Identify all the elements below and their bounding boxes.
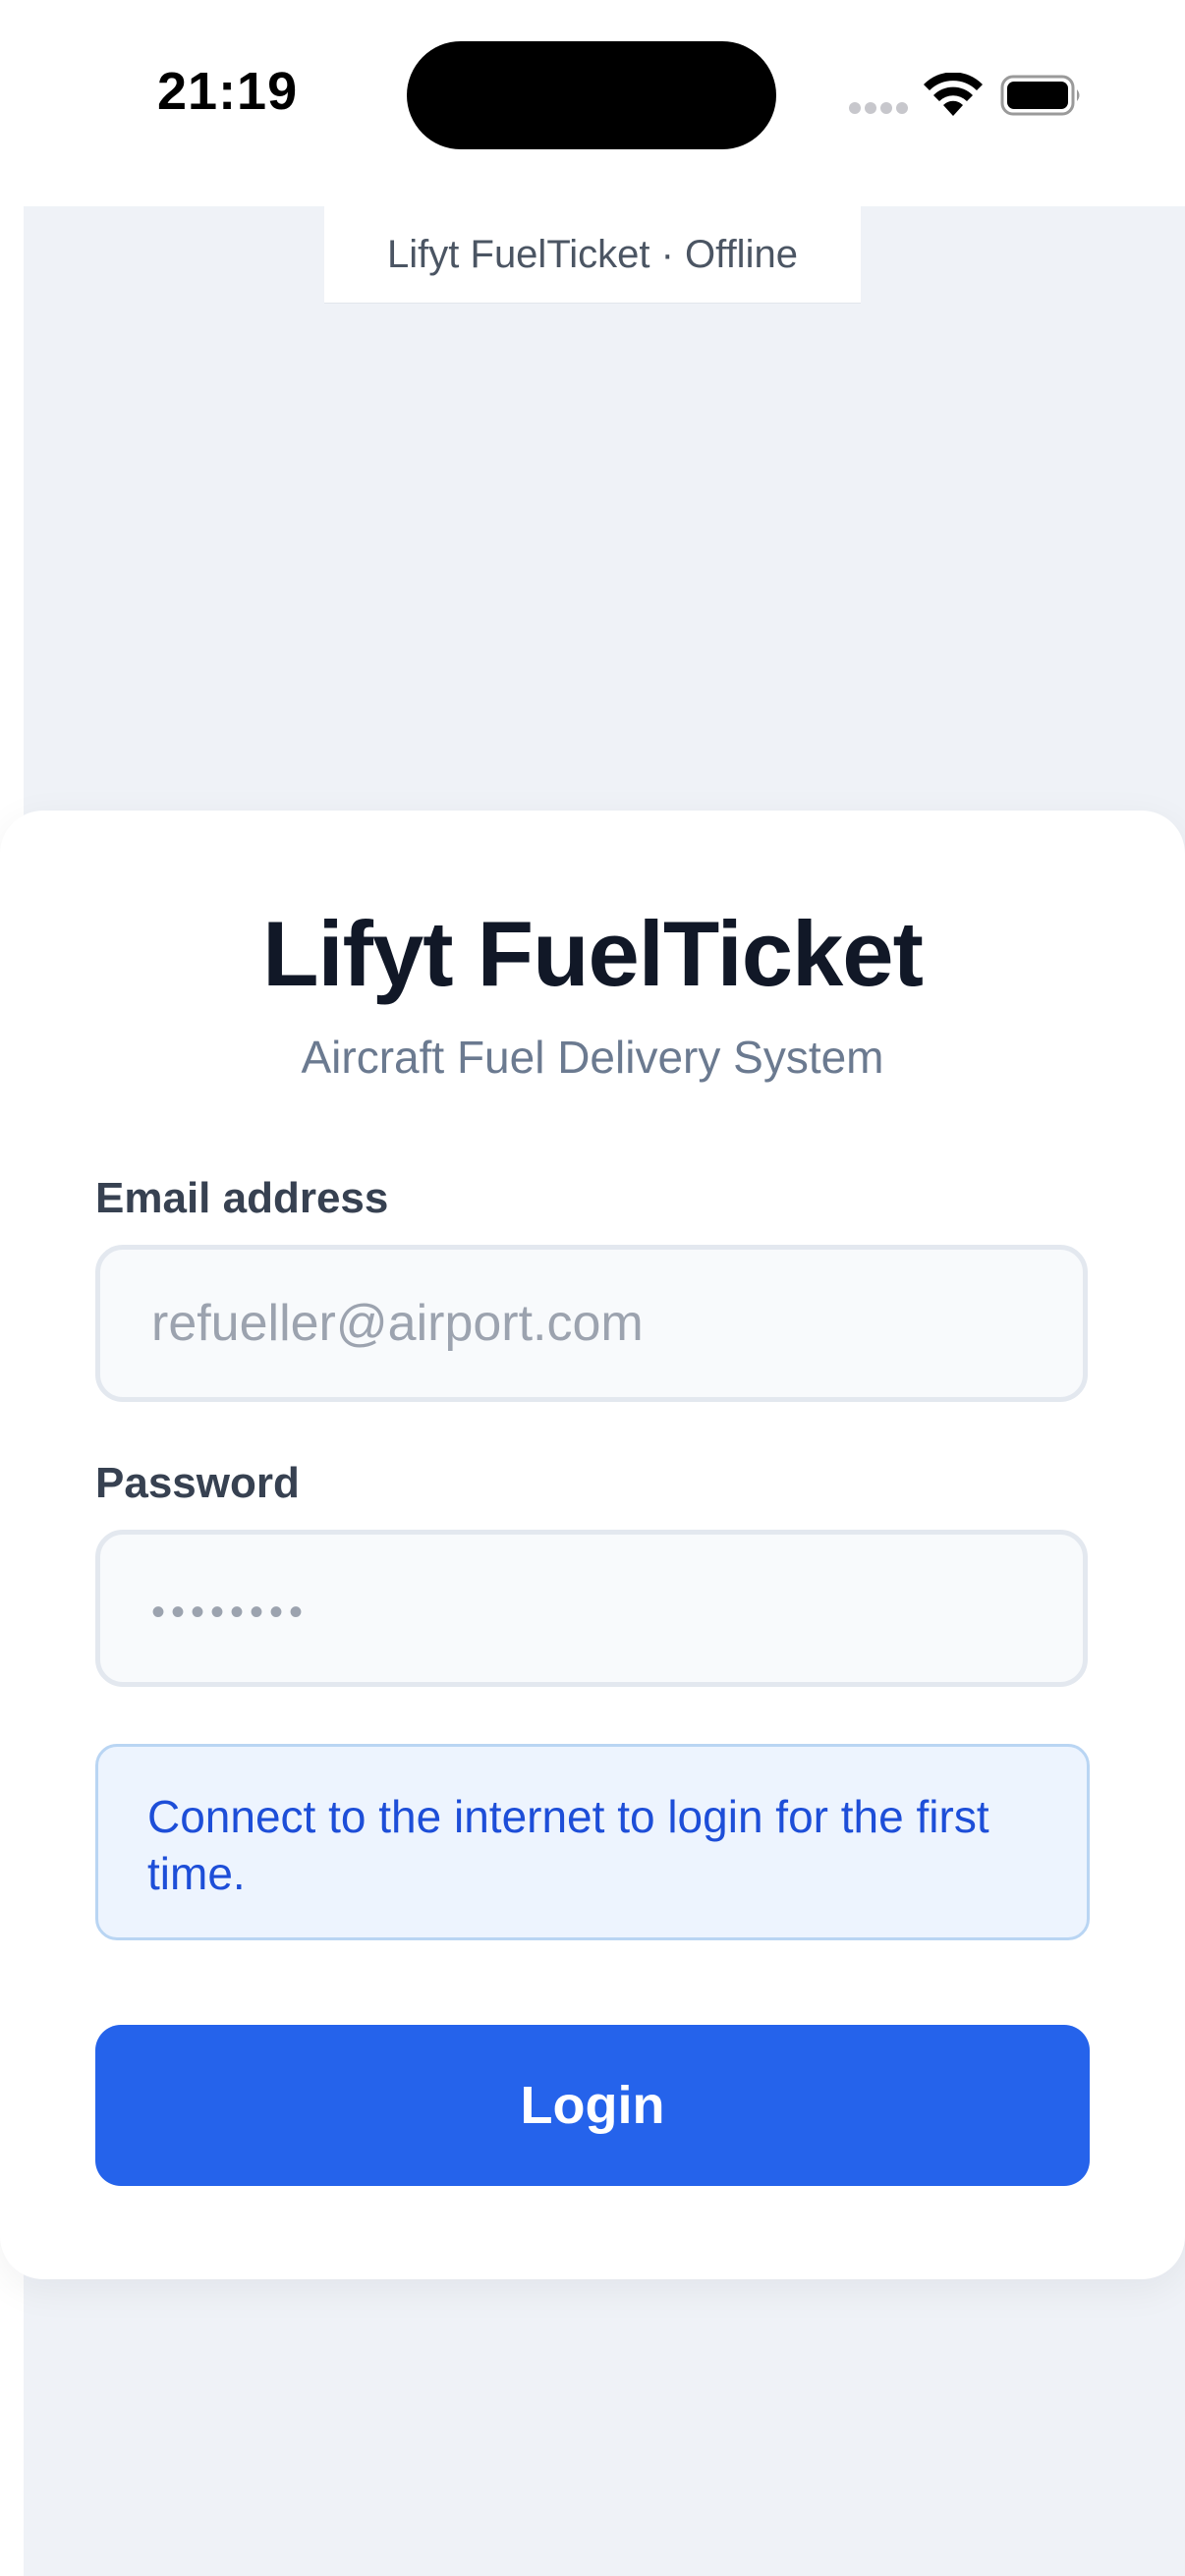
offline-info-message: Connect to the internet to login for the… <box>95 1744 1090 1940</box>
cellular-signal-icon <box>849 102 908 116</box>
app-title: Lifyt FuelTicket <box>262 902 924 1005</box>
email-label: Email address <box>95 1174 389 1222</box>
email-input[interactable] <box>95 1245 1088 1402</box>
wifi-icon <box>924 73 983 116</box>
login-card: Lifyt FuelTicket Aircraft Fuel Delivery … <box>0 811 1185 2279</box>
status-bar: 21:19 <box>0 0 1185 206</box>
password-label: Password <box>95 1459 300 1507</box>
offline-status-banner: Lifyt FuelTicket · Offline <box>324 206 861 304</box>
password-input[interactable] <box>95 1530 1088 1687</box>
login-screen: 21:19 Lifyt FuelTicket · Offline Lifyt F… <box>0 0 1185 2576</box>
login-button[interactable]: Login <box>95 2025 1090 2186</box>
status-time: 21:19 <box>157 62 299 121</box>
dynamic-island <box>407 41 776 149</box>
battery-icon <box>1000 75 1080 116</box>
app-subtitle: Aircraft Fuel Delivery System <box>301 1032 884 1083</box>
